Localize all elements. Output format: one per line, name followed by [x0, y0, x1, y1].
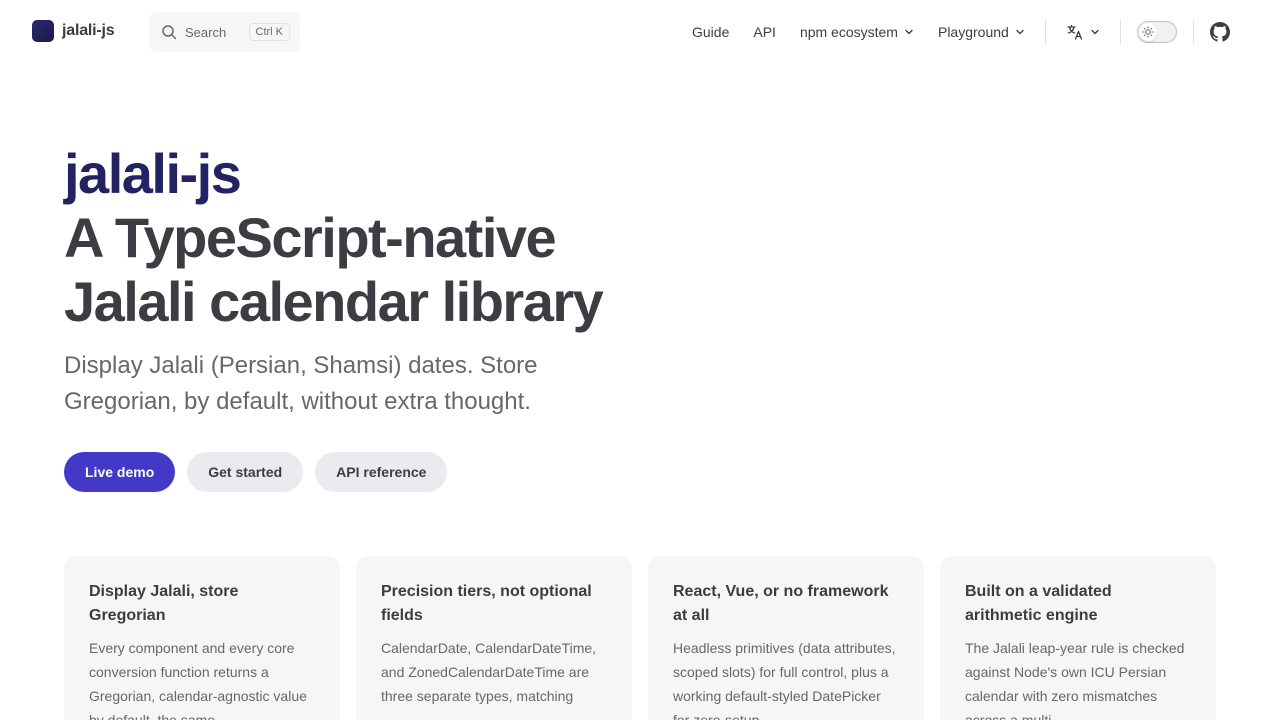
nav-link-label: npm ecosystem	[799, 24, 898, 40]
feature-details: The Jalali leap-year rule is checked aga…	[965, 640, 1185, 720]
feature-details: Headless primitives (data attributes, sc…	[673, 640, 896, 720]
feature-title: Precision tiers, not optional fields	[381, 583, 592, 624]
translate-icon	[1066, 23, 1084, 41]
hero-tagline: Display Jalali (Persian, Shamsi) dates. …	[64, 352, 538, 415]
feature-card: Display Jalali, store Gregorian Every co…	[64, 556, 340, 720]
github-icon[interactable]	[1209, 22, 1230, 42]
nav-link-label: API	[753, 24, 776, 40]
hero: jalali-js A TypeScript-native Jalali cal…	[64, 142, 684, 420]
search-shortcut: Ctrl K	[248, 23, 290, 41]
nav-divider	[1119, 20, 1121, 44]
brand-name: jalali-js	[62, 22, 115, 39]
chevron-down-icon	[1090, 27, 1100, 37]
get-started-button[interactable]: Get started	[187, 452, 304, 492]
hero-text-line-1: A TypeScript-native	[64, 206, 557, 269]
appearance-toggle[interactable]	[1136, 21, 1177, 43]
sun-icon	[1142, 26, 1154, 38]
feature-details: CalendarDate, CalendarDateTime, and Zone…	[381, 640, 597, 704]
nav-link-label: Playground	[937, 24, 1009, 40]
hero-actions: Live demo Get started API reference	[64, 452, 448, 492]
search-label: Search	[185, 24, 227, 40]
feature-title: React, Vue, or no framework at all	[673, 583, 889, 624]
nav-divider	[1192, 20, 1194, 44]
features: Display Jalali, store Gregorian Every co…	[64, 556, 1216, 720]
api-reference-button[interactable]: API reference	[315, 452, 448, 492]
nav-menu-npm-ecosystem[interactable]: npm ecosystem	[788, 24, 926, 40]
search-icon	[161, 24, 177, 40]
hero-name: jalali-js	[64, 142, 242, 205]
nav-menu-playground[interactable]: Playground	[926, 24, 1037, 40]
chevron-down-icon	[1015, 27, 1025, 37]
language-menu[interactable]	[1046, 23, 1120, 41]
feature-card: React, Vue, or no framework at all Headl…	[648, 556, 924, 720]
chevron-down-icon	[904, 27, 914, 37]
nav-link-guide[interactable]: Guide	[680, 24, 741, 40]
top-nav: jalali-js Search Ctrl K Guide API npm ec…	[0, 0, 1280, 64]
hero-heading: jalali-js A TypeScript-native Jalali cal…	[64, 142, 684, 334]
nav-link-label: Guide	[692, 24, 730, 40]
logo-icon	[32, 20, 54, 42]
feature-title: Display Jalali, store Gregorian	[89, 583, 239, 624]
search-button[interactable]: Search Ctrl K	[149, 12, 300, 52]
nav-links: Guide API npm ecosystem Playground	[680, 0, 1230, 64]
feature-title: Built on a validated arithmetic engine	[965, 583, 1112, 624]
feature-details: Every component and every core conversio…	[89, 640, 307, 720]
nav-link-api[interactable]: API	[741, 24, 788, 40]
brand-link[interactable]: jalali-js	[32, 20, 115, 42]
toggle-knob	[1138, 23, 1157, 41]
feature-card: Built on a validated arithmetic engine T…	[940, 556, 1216, 720]
live-demo-button[interactable]: Live demo	[64, 452, 176, 492]
feature-card: Precision tiers, not optional fields Cal…	[356, 556, 632, 720]
hero-text-line-2: Jalali calendar library	[64, 270, 604, 333]
